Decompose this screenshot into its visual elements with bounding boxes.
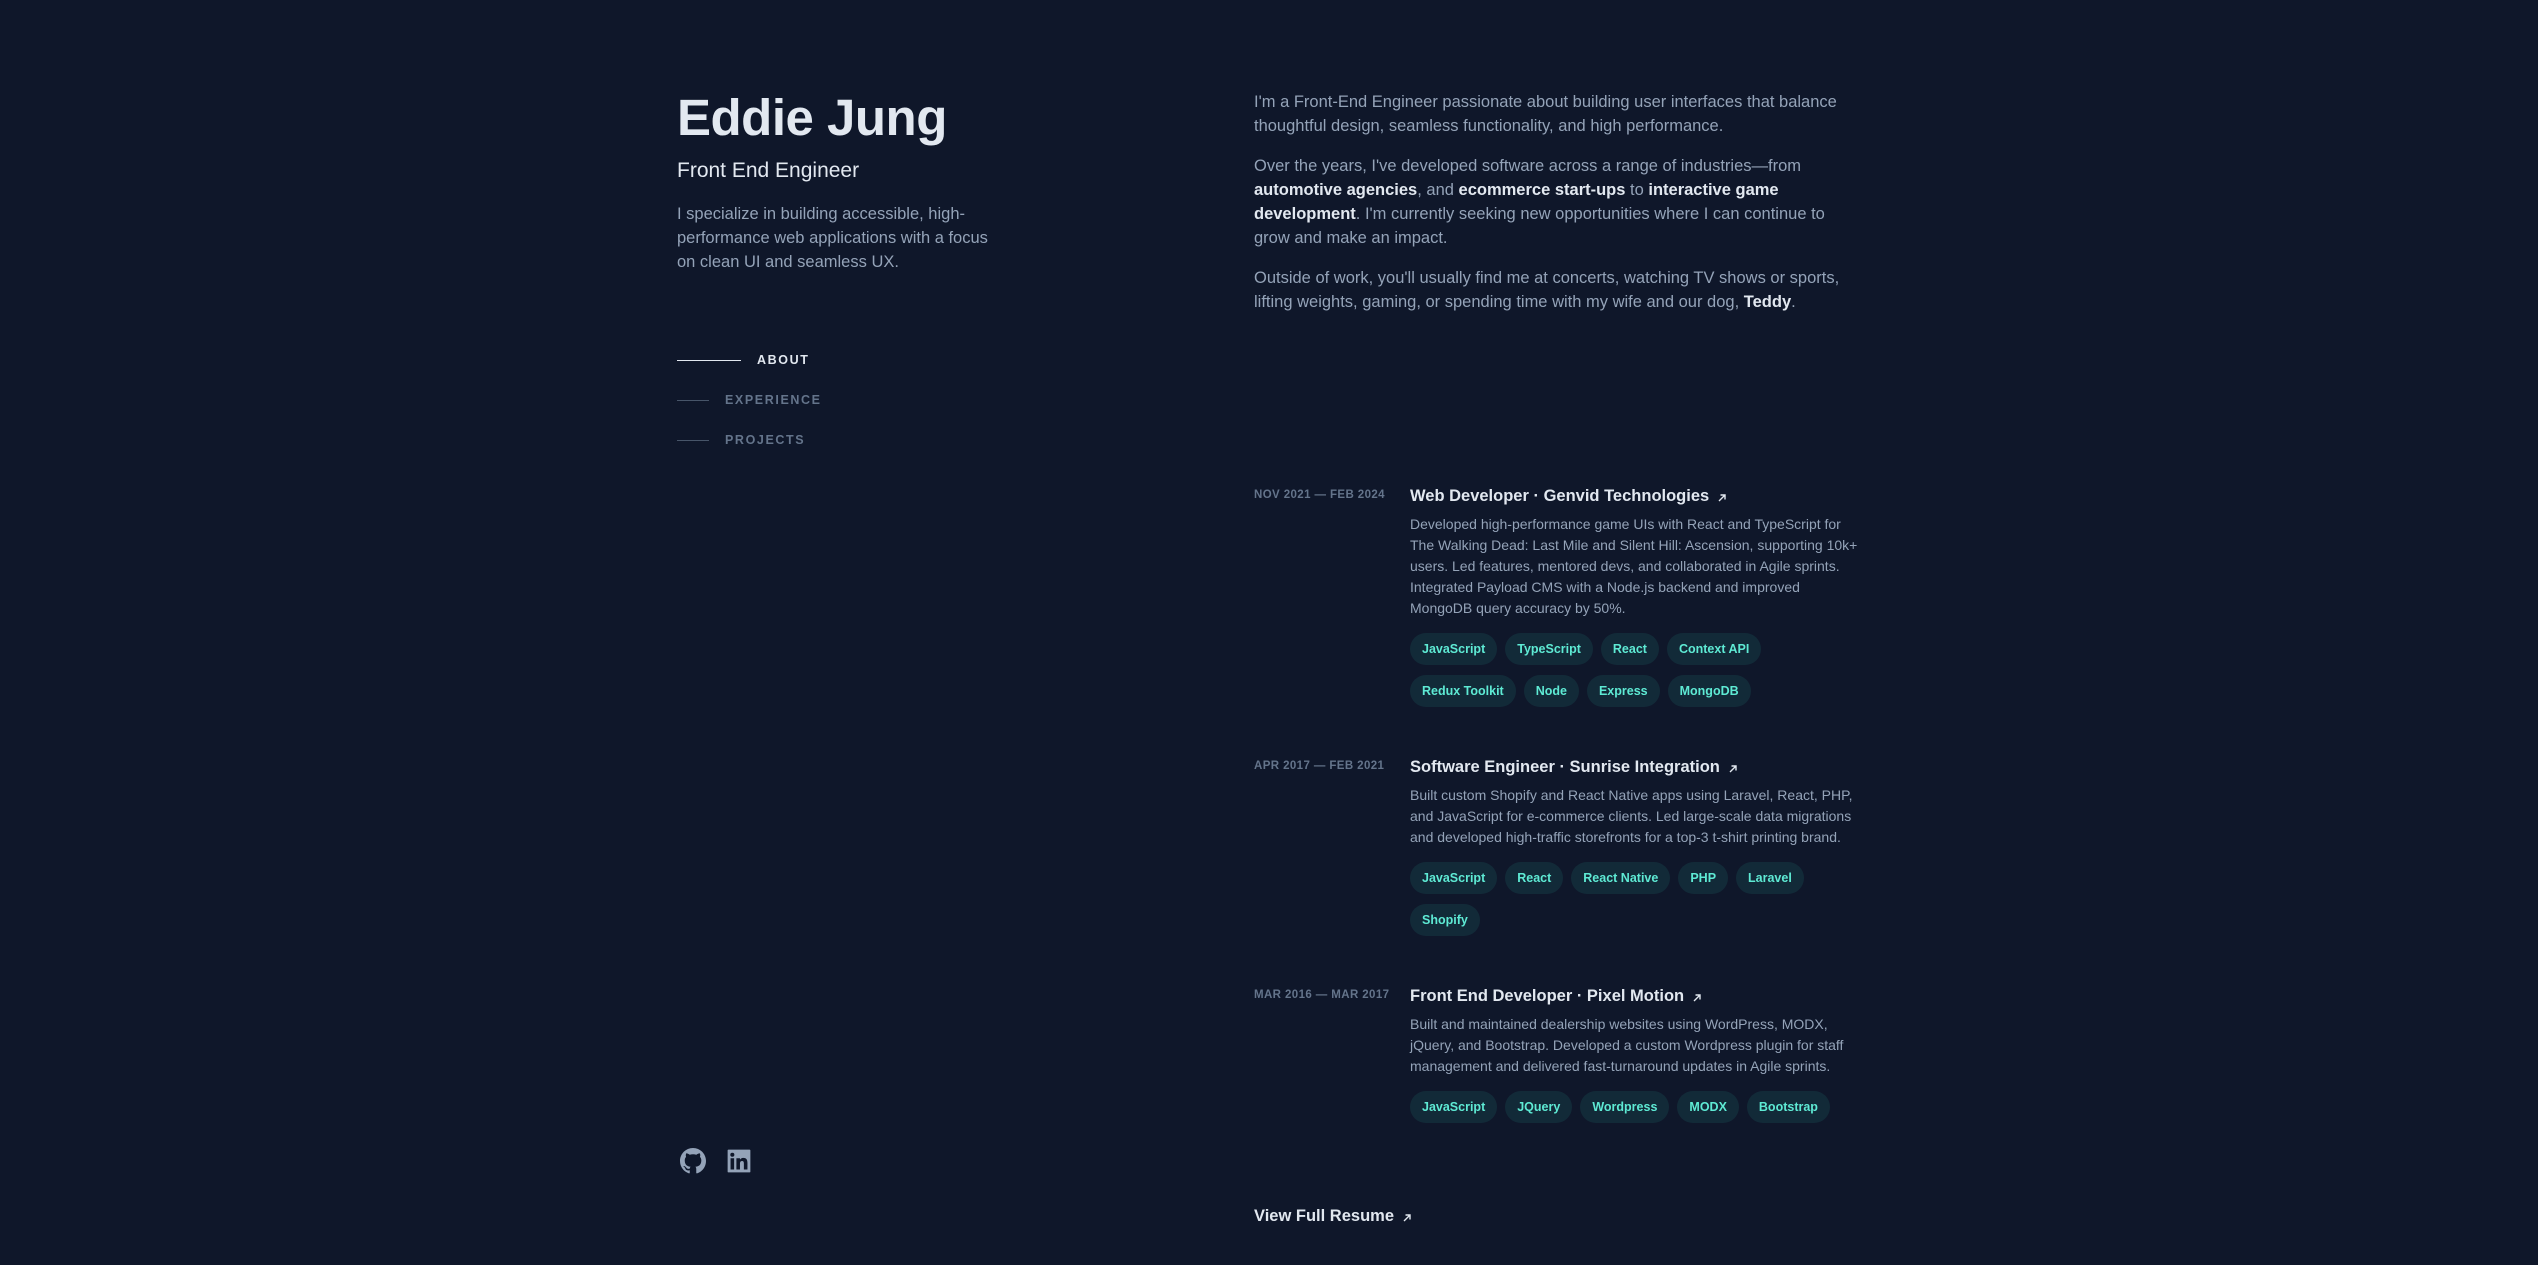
arrow-up-right-icon [1403, 1214, 1411, 1222]
tech-tag: Context API [1666, 633, 1762, 665]
tech-tag: MODX [1677, 1091, 1739, 1123]
portfolio-page: Eddie Jung Front End Engineer I speciali… [0, 0, 2538, 1265]
tech-tag: React Native [1571, 862, 1671, 894]
experience-title: Web Developer · Genvid Technologies [1410, 487, 1710, 505]
nav-indicator [677, 439, 709, 441]
tech-tag: TypeScript [1505, 633, 1593, 665]
nav-item-projects[interactable]: PROJECTS [677, 420, 822, 460]
tech-tag: Redux Toolkit [1410, 675, 1516, 707]
tech-tag-list: JavaScript JQuery Wordpress MODX Bootstrap [1410, 1091, 1860, 1123]
experience-title: Software Engineer · Sunrise Integration [1410, 758, 1720, 776]
nav-indicator [677, 399, 709, 401]
github-icon[interactable] [680, 1148, 706, 1174]
tech-tag: JQuery [1505, 1091, 1573, 1123]
tech-tag: Express [1586, 675, 1660, 707]
experience-body: Software Engineer · Sunrise Integration … [1410, 755, 1860, 936]
experience-description: Built and maintained dealership websites… [1410, 1016, 1844, 1074]
arrow-up-right-icon [1729, 764, 1737, 772]
nav-label: EXPERIENCE [725, 393, 822, 407]
nav-label: ABOUT [757, 353, 810, 367]
tech-tag: Laravel [1736, 862, 1804, 894]
about-section: I'm a Front-End Engineer passionate abou… [1254, 90, 1860, 330]
tech-tag: Wordpress [1580, 1091, 1670, 1123]
profile-header: Eddie Jung Front End Engineer I speciali… [677, 88, 1037, 274]
experience-date: MAR 2016 — MAR 2017 [1254, 989, 1390, 1001]
experience-title-link[interactable]: Web Developer · Genvid Technologies [1410, 484, 1727, 508]
nav-indicator [677, 359, 741, 361]
about-text: . [1791, 293, 1796, 311]
experience-body: Front End Developer · Pixel Motion Built… [1410, 984, 1860, 1123]
about-paragraph-3: Outside of work, you'll usually find me … [1254, 266, 1860, 314]
experience-date: NOV 2021 — FEB 2024 [1254, 489, 1385, 501]
experience-date: APR 2017 — FEB 2021 [1254, 760, 1385, 772]
experience-description: Developed high-performance game UIs with… [1410, 516, 1858, 616]
tech-tag: JavaScript [1410, 633, 1498, 665]
tech-tag: Node [1523, 675, 1579, 707]
tech-tag: JavaScript [1410, 1091, 1498, 1123]
experience-title-link[interactable]: Front End Developer · Pixel Motion [1410, 984, 1702, 1008]
about-paragraph-1: I'm a Front-End Engineer passionate abou… [1254, 93, 1837, 135]
arrow-up-right-icon [1693, 993, 1701, 1001]
about-text: to [1625, 181, 1649, 199]
arrow-up-right-icon [1718, 493, 1726, 501]
tech-tag: React [1505, 862, 1564, 894]
experience-body: Web Developer · Genvid Technologies Deve… [1410, 484, 1860, 707]
experience-section: NOV 2021 — FEB 2024 Web Developer · Genv… [1254, 484, 1860, 1171]
about-text: , and [1417, 181, 1459, 199]
tech-tag: MongoDB [1667, 675, 1751, 707]
profile-role: Front End Engineer [677, 159, 860, 182]
tech-tag: Bootstrap [1746, 1091, 1830, 1123]
linkedin-icon[interactable] [726, 1148, 752, 1174]
about-paragraph-2: Over the years, I've developed software … [1254, 154, 1860, 250]
nav-item-about[interactable]: ABOUT [677, 340, 822, 380]
tech-tag-list: JavaScript React React Native PHP Laravel Sho… [1410, 862, 1860, 936]
about-text: Over the years, I've developed software … [1254, 157, 1801, 175]
profile-tagline: I specialize in building accessible, hig… [677, 205, 988, 271]
experience-item: NOV 2021 — FEB 2024 Web Developer · Genv… [1254, 484, 1860, 707]
view-resume-link[interactable]: View Full Resume [1254, 1207, 1412, 1226]
experience-item: APR 2017 — FEB 2021 Software Engineer · … [1254, 755, 1860, 936]
section-nav: ABOUT EXPERIENCE PROJECTS [677, 340, 822, 460]
experience-title: Front End Developer · Pixel Motion [1410, 987, 1685, 1005]
tech-tag: PHP [1678, 862, 1729, 894]
experience-title-link[interactable]: Software Engineer · Sunrise Integration [1410, 755, 1738, 779]
nav-item-experience[interactable]: EXPERIENCE [677, 380, 822, 420]
experience-description: Built custom Shopify and React Native ap… [1410, 787, 1853, 845]
tech-tag: Shopify [1410, 904, 1480, 936]
tech-tag-list: JavaScript TypeScript React Context API Redu… [1410, 633, 1860, 707]
experience-item: MAR 2016 — MAR 2017 Front End Developer … [1254, 984, 1860, 1123]
tech-tag: JavaScript [1410, 862, 1498, 894]
tech-tag: React [1600, 633, 1659, 665]
about-highlight-ecommerce: ecommerce start-ups [1458, 181, 1626, 199]
nav-label: PROJECTS [725, 433, 806, 447]
view-resume-label: View Full Resume [1254, 1207, 1394, 1225]
profile-name[interactable]: Eddie Jung [677, 88, 1037, 148]
social-links [680, 1148, 752, 1174]
about-highlight-automotive: automotive agencies [1254, 181, 1418, 199]
about-highlight-teddy: Teddy [1743, 293, 1792, 311]
